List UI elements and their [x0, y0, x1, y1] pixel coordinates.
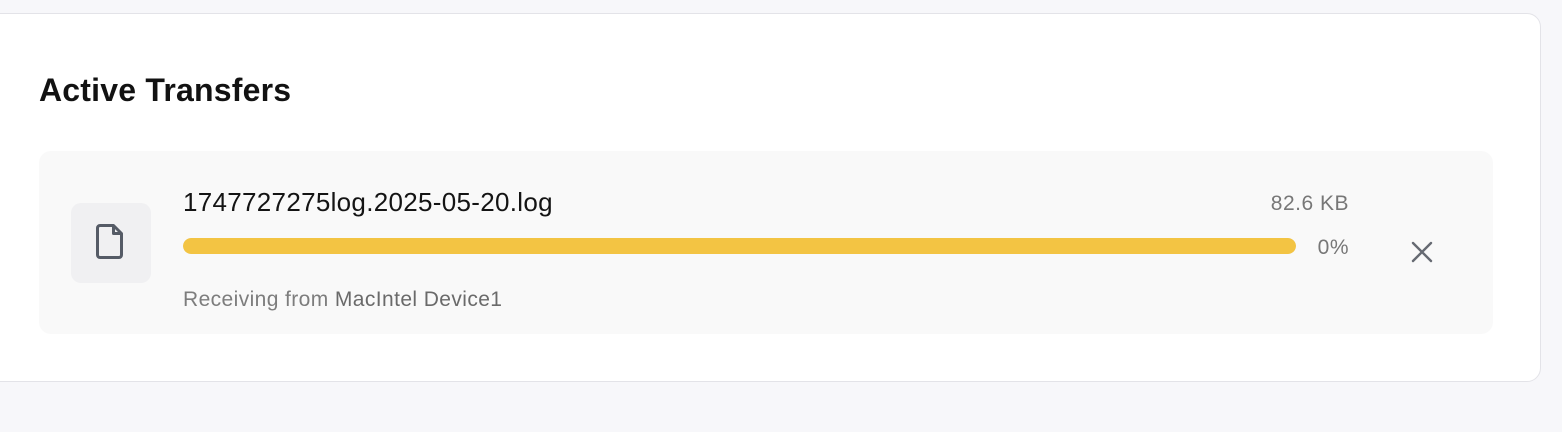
- transfer-status: Receiving from MacIntel Device1: [183, 287, 502, 313]
- cancel-transfer-button[interactable]: [1401, 233, 1443, 275]
- progress-percent: 0%: [1317, 236, 1349, 259]
- active-transfers-card: Active Transfers 1747727275log.2025-05-2…: [0, 13, 1541, 382]
- direction-label: Receiving from: [183, 288, 329, 311]
- file-size: 82.6 KB: [1270, 192, 1349, 215]
- file-name: 1747727275log.2025-05-20.log: [183, 187, 553, 217]
- device-name: MacIntel Device1: [334, 288, 503, 311]
- progress-bar: [183, 238, 1296, 254]
- close-icon: [1411, 241, 1433, 268]
- file-icon-container: [71, 203, 151, 283]
- transfer-item: 1747727275log.2025-05-20.log 82.6 KB 0% …: [39, 151, 1493, 334]
- progress-bar-fill: [183, 238, 1296, 254]
- section-title: Active Transfers: [39, 72, 292, 108]
- file-icon: [95, 222, 127, 265]
